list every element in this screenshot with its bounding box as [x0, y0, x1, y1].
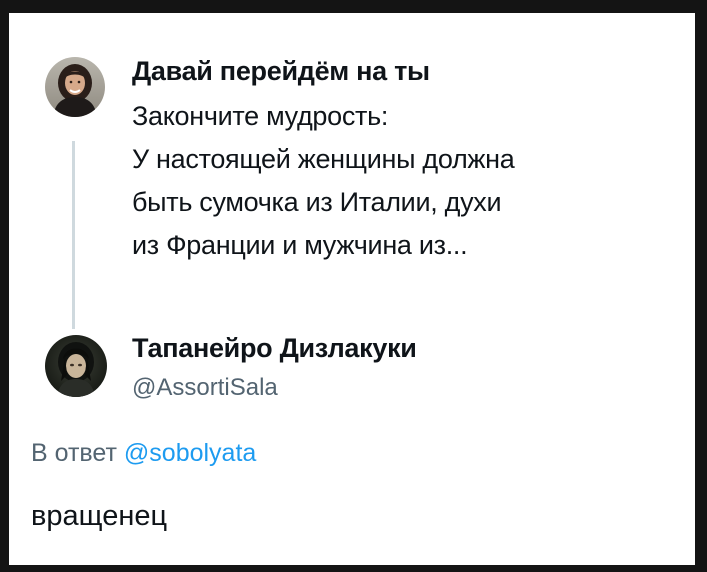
character-avatar-svg: [45, 335, 107, 397]
reply-author-handle[interactable]: @AssortiSala: [132, 374, 278, 402]
character-avatar-icon[interactable]: [45, 335, 107, 397]
tweet-text-line: У настоящей женщины должна: [132, 144, 515, 174]
tweet-card: Давай перейдём на ты Закончите мудрость:…: [9, 13, 695, 565]
original-tweet-text: Закончите мудрость: У настоящей женщины …: [132, 95, 682, 267]
reply-tweet-text: вращенец: [31, 500, 168, 532]
person-avatar-svg: [45, 57, 105, 117]
thread-line: [72, 141, 75, 329]
tweet-text-line: из Франции и мужчина из...: [132, 230, 468, 260]
person-avatar-icon[interactable]: [45, 57, 105, 117]
reply-author-name[interactable]: Тапанейро Дизлакуки: [132, 333, 417, 364]
reply-prefix: В ответ: [31, 439, 117, 467]
tweet-text-line: быть сумочка из Италии, духи: [132, 187, 502, 217]
reply-context: В ответ @sobolyata: [31, 439, 256, 468]
tweet-text-line: Закончите мудрость:: [132, 101, 389, 131]
original-author-name[interactable]: Давай перейдём на ты: [132, 56, 430, 87]
reply-mention-link[interactable]: @sobolyata: [124, 439, 256, 467]
